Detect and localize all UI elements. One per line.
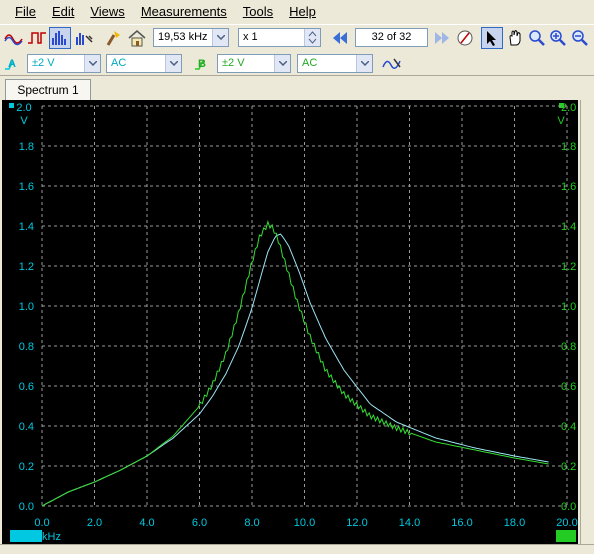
chevron-down-icon	[356, 55, 372, 72]
menu-measurements[interactable]: Measurements	[133, 0, 235, 24]
menu-bar: File Edit Views Measurements Tools Help	[0, 0, 594, 24]
first-capture-icon[interactable]	[329, 27, 351, 49]
menu-tools[interactable]: Tools	[235, 0, 281, 24]
x-axis-tick-label: 18.0	[504, 517, 525, 529]
vertical-scrollbar[interactable]	[580, 100, 594, 544]
chevron-down-icon	[274, 55, 290, 72]
x-axis-right-indicator	[556, 530, 576, 542]
y-axis-left-tick-label: 1.4	[19, 221, 34, 233]
y-axis-left-tick-label: 0.6	[19, 381, 34, 393]
svg-text:A: A	[8, 58, 16, 70]
svg-text:B: B	[198, 58, 206, 70]
y-axis-left-tick-label: 1.0	[19, 301, 34, 313]
y-axis-right-tick-label: 0.2	[561, 461, 576, 473]
y-axis-right-tick-label: 0.0	[561, 501, 576, 513]
x-axis-tick-label: 16.0	[451, 517, 472, 529]
y-axis-right-tick-label: 1.6	[561, 181, 576, 193]
x-axis-unit: kHz	[42, 531, 61, 543]
x-axis-tick-label: 12.0	[346, 517, 367, 529]
y-axis-right-unit: V	[557, 115, 565, 127]
y-axis-left-tick-label: 0.4	[19, 421, 34, 433]
x-axis-tick-label: 2.0	[87, 517, 102, 529]
spectrum-mode-icon[interactable]	[49, 27, 71, 49]
y-axis-left-tick-label: 1.8	[19, 141, 34, 153]
multiplier-stepper[interactable]: x 1	[238, 28, 321, 47]
zoom-icon[interactable]	[526, 27, 548, 49]
x-axis-tick-label: 6.0	[192, 517, 207, 529]
spectrum-view[interactable]: 2.0 V V 1.8 1.8 1.6 1.6 1.4 1.4 1.2 1.2 1.0 1.0 0.…	[2, 100, 578, 544]
y-axis-right-tick-label: 0.6	[561, 381, 576, 393]
y-axis-right-tick-label: 1.0	[561, 301, 576, 313]
tab-spectrum-1[interactable]: Spectrum 1	[5, 79, 91, 100]
menu-edit[interactable]: Edit	[44, 0, 82, 24]
home-icon[interactable]	[126, 27, 148, 49]
spectrum-options-icon[interactable]	[73, 27, 95, 49]
y-axis-left-tick-label: 0.2	[19, 461, 34, 473]
spinner-icon[interactable]	[304, 29, 320, 46]
channel-a-coupling-select[interactable]: AC	[106, 54, 182, 73]
zoom-out-icon[interactable]	[569, 27, 591, 49]
y-axis-right-tick-label: 1.8	[561, 141, 576, 153]
signal-generator-icon[interactable]	[103, 27, 125, 49]
menu-views[interactable]: Views	[82, 0, 132, 24]
chevron-down-icon	[212, 29, 228, 46]
signal-toggle-icon[interactable]	[381, 52, 403, 74]
x-axis-tick-label: 4.0	[139, 517, 154, 529]
x-axis-tick-label: 10.0	[294, 517, 315, 529]
channel-a-range-select[interactable]: ±2 V	[27, 54, 101, 73]
y-axis-right-tick-label: 1.4	[561, 221, 576, 233]
x-axis-tick-label: 0.0	[34, 517, 49, 529]
y-axis-left-unit: V	[20, 115, 28, 127]
y-axis-left-tick-label: 1.2	[19, 261, 34, 273]
y-axis-right-tick-label: 0.8	[561, 341, 576, 353]
persistence-mode-icon[interactable]	[26, 27, 48, 49]
chevron-down-icon	[165, 55, 181, 72]
x-axis-tick-label: 14.0	[399, 517, 420, 529]
zoom-in-icon[interactable]	[547, 27, 569, 49]
y-axis-right-tick-label: 0.4	[561, 421, 576, 433]
pointer-tool-icon[interactable]	[481, 27, 503, 49]
view-tabs: Spectrum 1	[0, 76, 594, 100]
capture-counter[interactable]: 32 of 32	[355, 28, 428, 47]
main-toolbar: 19,53 kHz x 1 32 of 32	[0, 24, 594, 52]
y-axis-left-tick-label: 1.6	[19, 181, 34, 193]
y-axis-right-tick-label: 1.2	[561, 261, 576, 273]
scope-mode-icon[interactable]	[3, 27, 25, 49]
channel-b-icon[interactable]: B	[194, 55, 212, 73]
x-axis-tick-label: 8.0	[244, 517, 259, 529]
compass-icon[interactable]	[454, 27, 476, 49]
menu-file[interactable]: File	[0, 0, 44, 24]
menu-help[interactable]: Help	[281, 0, 324, 24]
channel-a-marker	[9, 103, 14, 108]
x-axis-tick-label: 20.0	[556, 517, 577, 529]
y-axis-right-tick-label: 2.0	[561, 102, 576, 114]
y-axis-left-tick-label: 0.0	[19, 501, 34, 513]
chevron-down-icon	[84, 55, 100, 72]
last-capture-icon[interactable]	[431, 27, 453, 49]
x-axis-channel-indicator	[10, 530, 42, 542]
channel-a-icon[interactable]: A	[4, 55, 22, 73]
channel-b-coupling-select[interactable]: AC	[297, 54, 373, 73]
timebase-select[interactable]: 19,53 kHz	[153, 28, 229, 47]
hand-tool-icon[interactable]	[504, 27, 526, 49]
y-axis-left-top-tick: 2.0	[16, 102, 31, 114]
channel-b-range-select[interactable]: ±2 V	[217, 54, 291, 73]
channel-toolbar: A ±2 V AC B ±2 V AC	[0, 51, 594, 76]
spectrum-chart[interactable]: 2.0 V V 1.8 1.8 1.6 1.6 1.4 1.4 1.2 1.2 1.0 1.0 0.…	[2, 100, 578, 544]
y-axis-left-tick-label: 0.8	[19, 341, 34, 353]
